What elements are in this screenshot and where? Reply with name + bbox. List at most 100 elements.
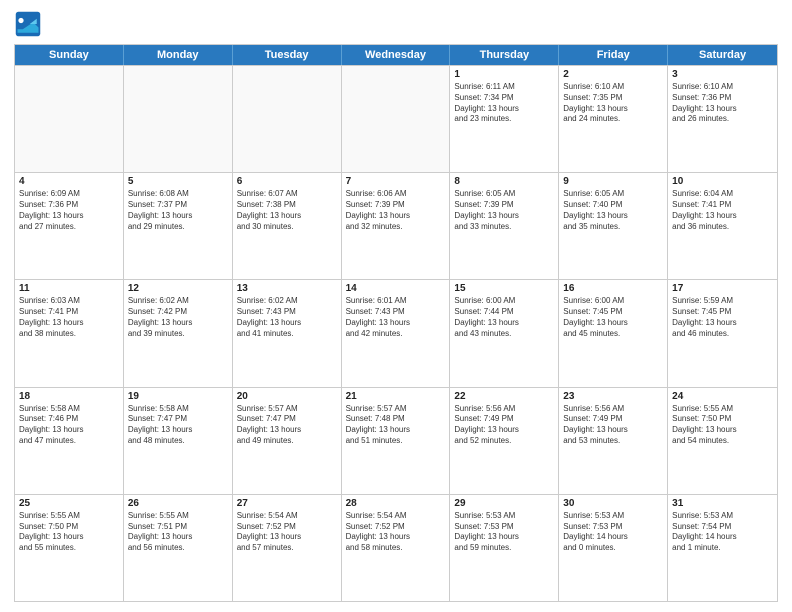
cell-info: Sunrise: 6:00 AM Sunset: 7:45 PM Dayligh… (563, 296, 663, 339)
cell-info: Sunrise: 6:10 AM Sunset: 7:35 PM Dayligh… (563, 82, 663, 125)
cal-cell-18: 18 Sunrise: 5:58 AM Sunset: 7:46 PM Dayli… (15, 388, 124, 494)
cell-info: Sunrise: 5:55 AM Sunset: 7:50 PM Dayligh… (19, 511, 119, 554)
cell-info: Sunrise: 5:55 AM Sunset: 7:50 PM Dayligh… (672, 404, 773, 447)
header-day-tuesday: Tuesday (233, 45, 342, 65)
header-day-saturday: Saturday (668, 45, 777, 65)
cell-info: Sunrise: 5:53 AM Sunset: 7:53 PM Dayligh… (454, 511, 554, 554)
day-number: 15 (454, 283, 554, 294)
cell-info: Sunrise: 6:01 AM Sunset: 7:43 PM Dayligh… (346, 296, 446, 339)
cal-cell-3: 3 Sunrise: 6:10 AM Sunset: 7:36 PM Daylig… (668, 66, 777, 172)
day-number: 30 (563, 498, 663, 509)
cell-info: Sunrise: 6:03 AM Sunset: 7:41 PM Dayligh… (19, 296, 119, 339)
cal-cell-5: 5 Sunrise: 6:08 AM Sunset: 7:37 PM Daylig… (124, 173, 233, 279)
cal-cell-26: 26 Sunrise: 5:55 AM Sunset: 7:51 PM Dayli… (124, 495, 233, 601)
cell-info: Sunrise: 5:54 AM Sunset: 7:52 PM Dayligh… (346, 511, 446, 554)
cell-info: Sunrise: 6:05 AM Sunset: 7:39 PM Dayligh… (454, 189, 554, 232)
day-number: 31 (672, 498, 773, 509)
cal-cell-29: 29Sunrise: 5:53 AM Sunset: 7:53 PM Dayli… (450, 495, 559, 601)
cal-cell-9: 9 Sunrise: 6:05 AM Sunset: 7:40 PM Daylig… (559, 173, 668, 279)
cal-cell-23: 23Sunrise: 5:56 AM Sunset: 7:49 PM Dayli… (559, 388, 668, 494)
day-number: 10 (672, 176, 773, 187)
cal-row-3: 18 Sunrise: 5:58 AM Sunset: 7:46 PM Dayli… (15, 387, 777, 494)
day-number: 27 (237, 498, 337, 509)
cal-cell-empty-3 (342, 66, 451, 172)
day-number: 26 (128, 498, 228, 509)
cal-cell-10: 10 Sunrise: 6:04 AM Sunset: 7:41 PM Dayli… (668, 173, 777, 279)
day-number: 11 (19, 283, 119, 294)
day-number: 16 (563, 283, 663, 294)
day-number: 2 (563, 69, 663, 80)
cal-cell-8: 8Sunrise: 6:05 AM Sunset: 7:39 PM Daylig… (450, 173, 559, 279)
cal-cell-empty-2 (233, 66, 342, 172)
cal-cell-1: 1 Sunrise: 6:11 AM Sunset: 7:34 PM Daylig… (450, 66, 559, 172)
cal-cell-21: 21Sunrise: 5:57 AM Sunset: 7:48 PM Dayli… (342, 388, 451, 494)
day-number: 14 (346, 283, 446, 294)
logo (14, 10, 46, 38)
cal-cell-2: 2 Sunrise: 6:10 AM Sunset: 7:35 PM Daylig… (559, 66, 668, 172)
day-number: 1 (454, 69, 554, 80)
cell-info: Sunrise: 5:57 AM Sunset: 7:48 PM Dayligh… (346, 404, 446, 447)
cal-cell-empty-1 (124, 66, 233, 172)
cal-cell-25: 25Sunrise: 5:55 AM Sunset: 7:50 PM Dayli… (15, 495, 124, 601)
cal-cell-22: 22Sunrise: 5:56 AM Sunset: 7:49 PM Dayli… (450, 388, 559, 494)
day-number: 22 (454, 391, 554, 402)
header (14, 10, 778, 38)
logo-icon (14, 10, 42, 38)
day-number: 3 (672, 69, 773, 80)
cal-cell-19: 19 Sunrise: 5:58 AM Sunset: 7:47 PM Dayli… (124, 388, 233, 494)
cell-info: Sunrise: 6:09 AM Sunset: 7:36 PM Dayligh… (19, 189, 119, 232)
cell-info: Sunrise: 5:58 AM Sunset: 7:47 PM Dayligh… (128, 404, 228, 447)
cal-cell-6: 6Sunrise: 6:07 AM Sunset: 7:38 PM Daylig… (233, 173, 342, 279)
day-number: 4 (19, 176, 119, 187)
cell-info: Sunrise: 6:10 AM Sunset: 7:36 PM Dayligh… (672, 82, 773, 125)
day-number: 28 (346, 498, 446, 509)
cal-row-1: 4 Sunrise: 6:09 AM Sunset: 7:36 PM Daylig… (15, 172, 777, 279)
cell-info: Sunrise: 6:04 AM Sunset: 7:41 PM Dayligh… (672, 189, 773, 232)
cal-cell-27: 27 Sunrise: 5:54 AM Sunset: 7:52 PM Dayli… (233, 495, 342, 601)
cell-info: Sunrise: 6:02 AM Sunset: 7:42 PM Dayligh… (128, 296, 228, 339)
day-number: 17 (672, 283, 773, 294)
cal-cell-20: 20 Sunrise: 5:57 AM Sunset: 7:47 PM Dayli… (233, 388, 342, 494)
cal-cell-empty-0 (15, 66, 124, 172)
cal-cell-14: 14 Sunrise: 6:01 AM Sunset: 7:43 PM Dayli… (342, 280, 451, 386)
day-number: 9 (563, 176, 663, 187)
cell-info: Sunrise: 6:11 AM Sunset: 7:34 PM Dayligh… (454, 82, 554, 125)
cell-info: Sunrise: 5:53 AM Sunset: 7:54 PM Dayligh… (672, 511, 773, 554)
day-number: 20 (237, 391, 337, 402)
cal-cell-12: 12 Sunrise: 6:02 AM Sunset: 7:42 PM Dayli… (124, 280, 233, 386)
cell-info: Sunrise: 6:08 AM Sunset: 7:37 PM Dayligh… (128, 189, 228, 232)
cal-cell-24: 24 Sunrise: 5:55 AM Sunset: 7:50 PM Dayli… (668, 388, 777, 494)
cal-cell-28: 28 Sunrise: 5:54 AM Sunset: 7:52 PM Dayli… (342, 495, 451, 601)
cell-info: Sunrise: 6:02 AM Sunset: 7:43 PM Dayligh… (237, 296, 337, 339)
calendar-body: 1 Sunrise: 6:11 AM Sunset: 7:34 PM Daylig… (15, 65, 777, 601)
day-number: 7 (346, 176, 446, 187)
day-number: 24 (672, 391, 773, 402)
cal-cell-11: 11 Sunrise: 6:03 AM Sunset: 7:41 PM Dayli… (15, 280, 124, 386)
header-day-thursday: Thursday (450, 45, 559, 65)
cal-cell-31: 31 Sunrise: 5:53 AM Sunset: 7:54 PM Dayli… (668, 495, 777, 601)
cell-info: Sunrise: 5:57 AM Sunset: 7:47 PM Dayligh… (237, 404, 337, 447)
day-number: 23 (563, 391, 663, 402)
header-day-wednesday: Wednesday (342, 45, 451, 65)
cell-info: Sunrise: 5:54 AM Sunset: 7:52 PM Dayligh… (237, 511, 337, 554)
header-day-monday: Monday (124, 45, 233, 65)
day-number: 12 (128, 283, 228, 294)
cell-info: Sunrise: 5:55 AM Sunset: 7:51 PM Dayligh… (128, 511, 228, 554)
day-number: 13 (237, 283, 337, 294)
cal-row-4: 25Sunrise: 5:55 AM Sunset: 7:50 PM Dayli… (15, 494, 777, 601)
header-day-sunday: Sunday (15, 45, 124, 65)
day-number: 18 (19, 391, 119, 402)
cell-info: Sunrise: 5:53 AM Sunset: 7:53 PM Dayligh… (563, 511, 663, 554)
cal-cell-13: 13 Sunrise: 6:02 AM Sunset: 7:43 PM Dayli… (233, 280, 342, 386)
calendar: SundayMondayTuesdayWednesdayThursdayFrid… (14, 44, 778, 602)
calendar-header-row: SundayMondayTuesdayWednesdayThursdayFrid… (15, 45, 777, 65)
cell-info: Sunrise: 6:06 AM Sunset: 7:39 PM Dayligh… (346, 189, 446, 232)
page: SundayMondayTuesdayWednesdayThursdayFrid… (0, 0, 792, 612)
cal-cell-7: 7 Sunrise: 6:06 AM Sunset: 7:39 PM Daylig… (342, 173, 451, 279)
cal-cell-4: 4 Sunrise: 6:09 AM Sunset: 7:36 PM Daylig… (15, 173, 124, 279)
cal-cell-16: 16 Sunrise: 6:00 AM Sunset: 7:45 PM Dayli… (559, 280, 668, 386)
cell-info: Sunrise: 6:05 AM Sunset: 7:40 PM Dayligh… (563, 189, 663, 232)
day-number: 19 (128, 391, 228, 402)
cell-info: Sunrise: 5:58 AM Sunset: 7:46 PM Dayligh… (19, 404, 119, 447)
day-number: 5 (128, 176, 228, 187)
